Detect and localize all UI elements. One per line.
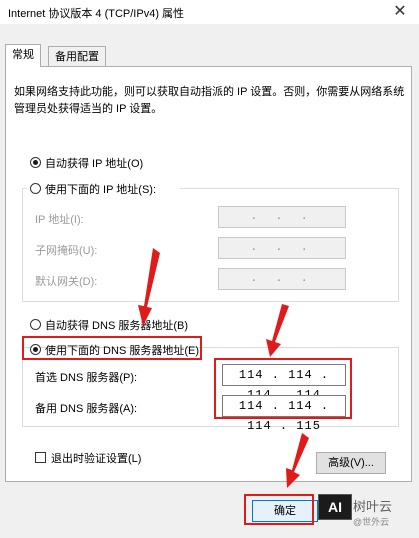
auto-dns-radio[interactable] [30, 319, 41, 330]
validate-on-exit-label[interactable]: 退出时验证设置(L) [51, 450, 141, 466]
ip-address-label: IP 地址(I): [35, 214, 84, 226]
manual-ip-label[interactable]: 使用下面的 IP 地址(S): [45, 181, 156, 197]
auto-ip-radio[interactable] [30, 157, 41, 168]
default-gateway-input[interactable]: . . . [218, 268, 346, 290]
ok-button-highlight [244, 494, 314, 525]
dns-manual-highlight [22, 336, 202, 360]
close-icon[interactable]: ✕ [386, 2, 414, 22]
manual-ip-radio[interactable] [30, 183, 41, 194]
default-gateway-label: 默认网关(D): [35, 276, 98, 288]
auto-ip-label[interactable]: 自动获得 IP 地址(O) [45, 155, 143, 171]
watermark-text: 树叶云 [353, 499, 393, 514]
watermark-logo-icon: AI [318, 494, 352, 520]
dns-values-highlight [214, 358, 352, 419]
title-bar: Internet 协议版本 4 (TCP/IPv4) 属性 ✕ [0, 0, 419, 25]
ip-address-input[interactable]: . . . [218, 206, 346, 228]
watermark-subtext: @世外云 [353, 517, 390, 527]
auto-dns-label[interactable]: 自动获得 DNS 服务器地址(B) [45, 317, 188, 333]
alternate-dns-label: 备用 DNS 服务器(A): [35, 403, 138, 415]
window-title: Internet 协议版本 4 (TCP/IPv4) 属性 [8, 8, 185, 20]
description-text: 如果网络支持此功能，则可以获取自动指派的 IP 设置。否则，你需要从网络系统管理… [14, 86, 405, 115]
preferred-dns-label: 首选 DNS 服务器(P): [35, 372, 138, 384]
tab-general[interactable]: 常规 [5, 44, 41, 67]
subnet-mask-label: 子网掩码(U): [35, 245, 98, 257]
advanced-button[interactable]: 高级(V)... [316, 452, 386, 474]
tab-alternate-config[interactable]: 备用配置 [48, 46, 106, 67]
subnet-mask-input[interactable]: . . . [218, 237, 346, 259]
validate-on-exit-checkbox[interactable] [35, 452, 46, 463]
